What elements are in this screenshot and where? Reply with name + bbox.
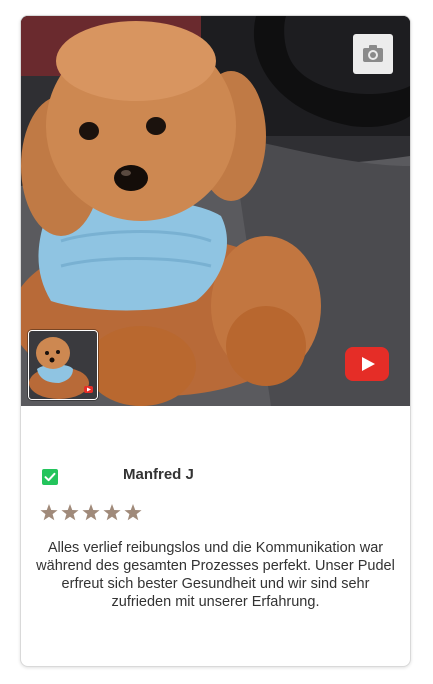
review-media-thumbnail[interactable] (28, 330, 98, 400)
camera-button[interactable] (353, 34, 393, 74)
star-icon (103, 504, 121, 521)
star-rating (40, 504, 142, 524)
review-media (21, 16, 410, 406)
verified-check-icon (42, 469, 58, 485)
review-card: Manfred J Alles verlief reibungslos und … (20, 15, 411, 667)
toy-poodle-thumbnail-image (29, 331, 97, 399)
review-text: Alles verlief reibungslos und die Kommun… (36, 540, 395, 610)
star-icon (124, 504, 142, 521)
youtube-play-button[interactable] (345, 347, 389, 381)
youtube-play-icon (345, 347, 389, 381)
star-icon (61, 504, 79, 521)
star-icon (82, 504, 100, 521)
camera-icon (363, 45, 383, 62)
star-icon (40, 504, 58, 521)
review-body: Manfred J Alles verlief reibungslos und … (21, 406, 410, 666)
review-author: Manfred J (123, 466, 194, 483)
